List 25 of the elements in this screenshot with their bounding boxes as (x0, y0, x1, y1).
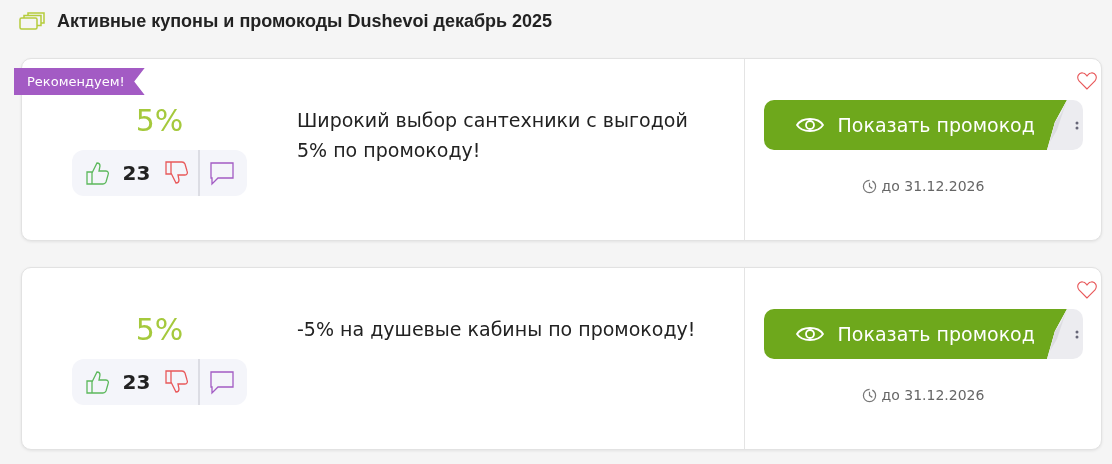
eye-icon (795, 325, 824, 343)
coupon-description: -5% на душевые кабины по промокоду! (297, 317, 697, 342)
expiry-date: до 31.12.2026 (881, 178, 985, 194)
coupons-icon (19, 12, 45, 30)
recommended-ribbon: Рекомендуем! (14, 68, 145, 95)
comment-icon[interactable] (209, 369, 236, 395)
comment-icon[interactable] (209, 160, 236, 186)
clock-icon (861, 178, 877, 194)
code-peel-drawing (1046, 309, 1083, 359)
vote-count: 23 (122, 161, 151, 185)
heart-icon[interactable] (1077, 281, 1097, 299)
section-title: Активные купоны и промокоды Dushevoi декабрь 2025 (57, 10, 553, 32)
heart-icon[interactable] (1077, 72, 1097, 90)
clock-icon (861, 387, 877, 403)
code-peel-drawing (1046, 100, 1083, 150)
eye-icon (795, 116, 824, 134)
thumbs-up-icon[interactable] (83, 160, 110, 186)
thumbs-down-icon[interactable] (163, 160, 190, 186)
coupon-description: Широкий выбор сантехники с выгодой 5% по промокоду! (297, 108, 689, 163)
vote-count: 23 (122, 370, 151, 394)
discount-value: 5% (135, 103, 184, 138)
expiry-date: до 31.12.2026 (881, 387, 985, 403)
thumbs-up-icon[interactable] (83, 369, 110, 395)
discount-value: 5% (135, 312, 184, 347)
thumbs-down-icon[interactable] (163, 369, 190, 395)
